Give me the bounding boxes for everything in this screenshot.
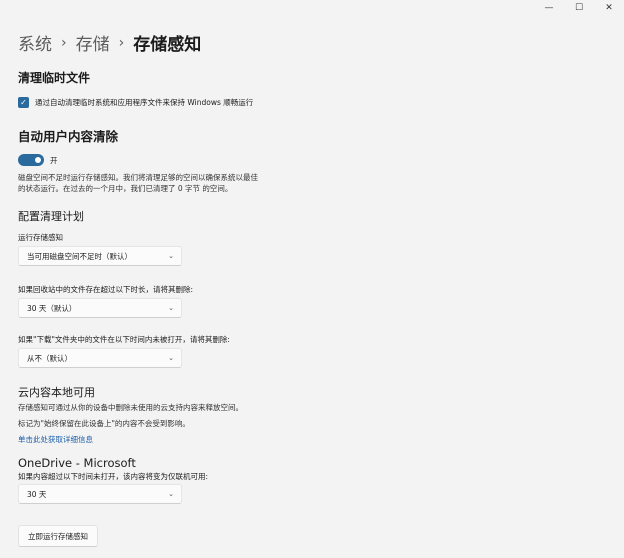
schedule-heading: 配置清理计划: [18, 210, 84, 223]
auto-cleanup-heading: 自动用户内容清除: [18, 129, 119, 144]
toggle-knob: [35, 157, 41, 163]
settings-window: — ☐ ✕ 系统 › 存储 › 存储感知 清理临时文件 ✓ 通过自动清理临时系统…: [0, 0, 624, 558]
close-icon: ✕: [605, 3, 613, 13]
breadcrumb: 系统 › 存储 › 存储感知: [18, 30, 202, 56]
onedrive-label: 如果内容超过以下时间未打开，该内容将变为仅联机可用:: [18, 472, 209, 481]
checkmark-icon: ✓: [20, 97, 27, 107]
cloud-details-link[interactable]: 单击此处获取详细信息: [18, 434, 93, 445]
breadcrumb-separator-icon: ›: [61, 34, 67, 51]
chevron-down-icon: ⌄: [168, 490, 174, 498]
run-storage-sense-label: 运行存储感知: [18, 233, 63, 242]
chevron-down-icon: ⌄: [168, 304, 174, 312]
temp-files-checkbox-row[interactable]: ✓ 通过自动清理临时系统和应用程序文件来保持 Windows 顺畅运行: [18, 97, 253, 108]
run-storage-sense-select[interactable]: 当可用磁盘空间不足时（默认） ⌄: [18, 246, 182, 266]
downloads-label: 如果"下载"文件夹中的文件在以下时间内未被打开，请将其删除:: [18, 335, 230, 344]
run-storage-sense-now-button[interactable]: 立即运行存储感知: [18, 525, 98, 547]
minimize-icon: —: [544, 3, 554, 13]
page-title: 存储感知: [133, 35, 202, 55]
run-storage-sense-value: 当可用磁盘空间不足时（默认）: [27, 251, 132, 261]
close-button[interactable]: ✕: [594, 0, 624, 16]
maximize-button[interactable]: ☐: [564, 0, 594, 16]
chevron-down-icon: ⌄: [168, 252, 174, 260]
temp-files-checkbox-label: 通过自动清理临时系统和应用程序文件来保持 Windows 顺畅运行: [35, 98, 254, 107]
cloud-content-line1: 存储感知可通过从你的设备中删除未使用的云支持内容来释放空间。: [18, 403, 243, 412]
auto-cleanup-description-line1: 磁盘空间不足时运行存储感知。我们将清理足够的空间以确保系统以最佳: [18, 173, 258, 182]
auto-cleanup-toggle[interactable]: [18, 154, 44, 166]
onedrive-value: 30 天: [27, 489, 47, 499]
breadcrumb-separator-icon: ›: [118, 34, 125, 51]
chevron-down-icon: ⌄: [168, 354, 174, 362]
cloud-content-heading: 云内容本地可用: [18, 386, 95, 399]
temp-files-checkbox[interactable]: ✓: [18, 97, 29, 108]
auto-cleanup-toggle-row: 开: [18, 154, 58, 166]
auto-cleanup-description-line2: 的状态运行。在过去的一个月中，我们已清理了 0 字节 的空间。: [18, 184, 233, 193]
minimize-button[interactable]: —: [534, 0, 564, 16]
downloads-select[interactable]: 从不（默认） ⌄: [18, 348, 182, 368]
breadcrumb-system[interactable]: 系统: [18, 30, 52, 55]
title-bar: — ☐ ✕: [534, 0, 624, 16]
cloud-content-line2: 标记为"始终保留在此设备上"的内容不会受到影响。: [18, 419, 190, 428]
toggle-state-label: 开: [50, 155, 58, 165]
recycle-bin-value: 30 天（默认）: [27, 303, 77, 313]
breadcrumb-storage[interactable]: 存储: [76, 30, 110, 55]
recycle-bin-label: 如果回收站中的文件存在超过以下时长，请将其删除:: [18, 285, 194, 294]
maximize-icon: ☐: [574, 3, 584, 13]
onedrive-select[interactable]: 30 天 ⌄: [18, 484, 182, 504]
downloads-value: 从不（默认）: [27, 353, 72, 363]
onedrive-heading: OneDrive - Microsoft: [18, 456, 136, 470]
recycle-bin-select[interactable]: 30 天（默认） ⌄: [18, 298, 182, 318]
temp-files-heading: 清理临时文件: [18, 71, 91, 85]
